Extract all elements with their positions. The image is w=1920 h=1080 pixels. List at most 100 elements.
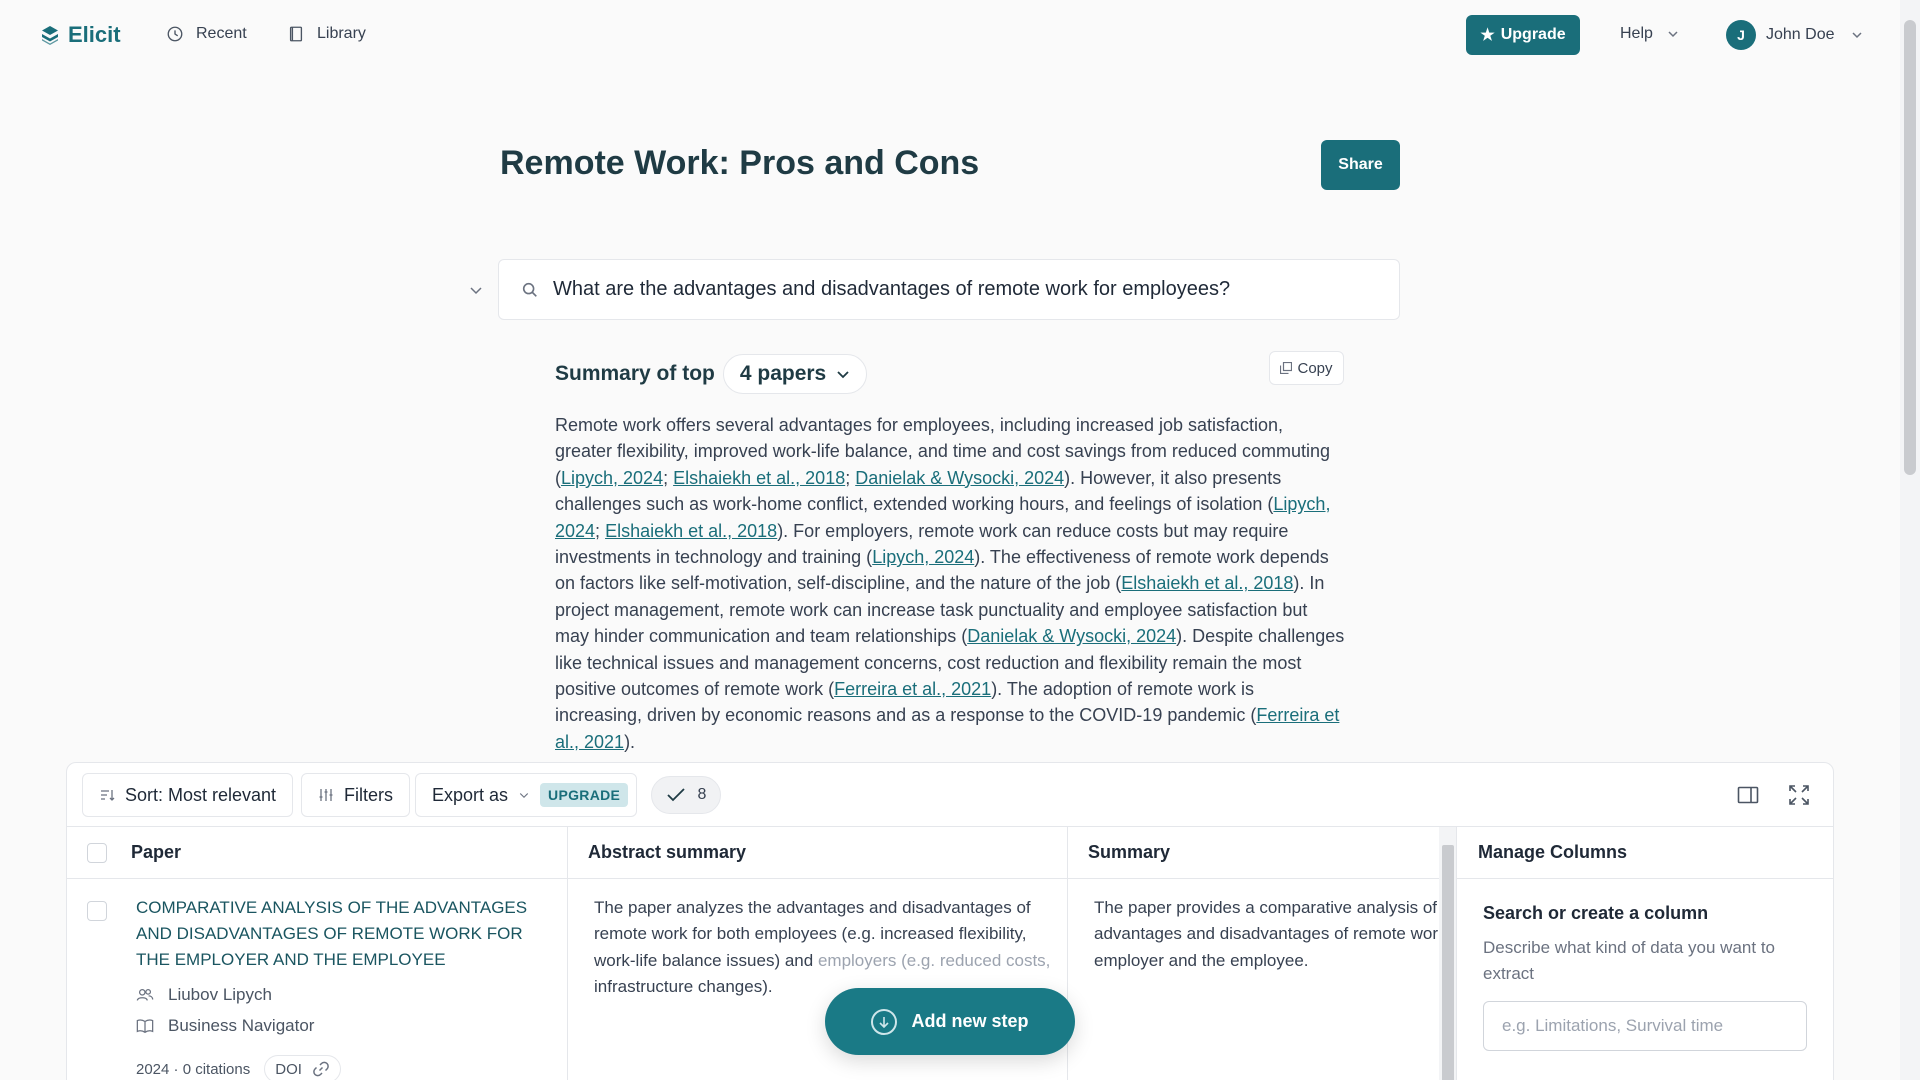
- paper-journal: Business Navigator: [168, 1016, 315, 1035]
- summary-text-segment: ;: [595, 520, 606, 541]
- table-scroll-thumb[interactable]: [1442, 845, 1454, 1080]
- export-label: Export as: [432, 784, 509, 805]
- paper-author-row: Liubov Lipych: [136, 985, 272, 1005]
- query-text: What are the advantages and disadvantage…: [553, 278, 1231, 300]
- paper-year-citations: 2024 · 0 citations: [136, 1060, 251, 1078]
- copy-label: Copy: [1297, 359, 1333, 377]
- user-name: John Doe: [1766, 26, 1835, 43]
- chevron-down-icon: [519, 793, 529, 799]
- share-button[interactable]: Share: [1321, 140, 1400, 190]
- paper-column-label: Paper: [131, 842, 182, 862]
- summary-column-label: Summary: [1088, 842, 1171, 862]
- upgrade-label: Upgrade: [1500, 26, 1566, 43]
- row-checkbox[interactable]: [87, 901, 107, 921]
- clock-icon: [167, 26, 183, 42]
- citation-link[interactable]: Elshaiekh et al., 2018: [605, 521, 777, 541]
- link-icon: [313, 1061, 329, 1077]
- nav-recent[interactable]: Recent: [166, 25, 247, 43]
- abstract-summary-column-header[interactable]: Abstract summary: [567, 827, 1067, 879]
- papers-count: 4 papers: [739, 362, 827, 385]
- citation-link[interactable]: Danielak & Wysocki, 2024: [967, 626, 1176, 646]
- help-menu[interactable]: Help: [1620, 25, 1679, 43]
- chevron-down-icon[interactable]: [466, 280, 486, 300]
- arrow-down-circle-icon: [871, 1008, 898, 1035]
- upgrade-button[interactable]: ★ Upgrade: [1466, 15, 1580, 55]
- summary-header: Summary of top 4 papers: [555, 354, 868, 394]
- paper-title[interactable]: COMPARATIVE ANALYSIS OF THE ADVANTAGES A…: [136, 895, 536, 973]
- citation-link[interactable]: Elshaiekh et al., 2018: [1121, 573, 1293, 593]
- manage-columns-subtitle: Search or create a column: [1483, 903, 1709, 923]
- sort-label: Sort: Most relevant: [125, 784, 277, 805]
- paper-journal-row: Business Navigator: [136, 1016, 314, 1036]
- citation-link[interactable]: Elshaiekh et al., 2018: [673, 468, 845, 488]
- paper-author: Liubov Lipych: [168, 985, 272, 1004]
- copy-icon: [1280, 362, 1293, 374]
- search-icon: [522, 282, 537, 297]
- select-all-checkbox[interactable]: [87, 842, 107, 863]
- open-book-icon: [136, 1019, 154, 1034]
- summary-cell: The paper provides a comparative analysi…: [1094, 895, 1439, 975]
- help-label: Help: [1620, 25, 1653, 42]
- check-icon: [666, 788, 685, 802]
- page-scrollbar[interactable]: [1900, 0, 1920, 1080]
- query-box[interactable]: What are the advantages and disadvantage…: [498, 259, 1400, 320]
- citation-link[interactable]: Lipych, 2024: [872, 547, 974, 567]
- sliders-icon: [319, 789, 333, 801]
- nav-recent-label: Recent: [196, 25, 247, 42]
- elicit-logo-icon: [42, 26, 58, 45]
- elicit-logo[interactable]: Elicit: [40, 22, 121, 48]
- summary-text-segment: ;: [845, 467, 856, 488]
- table-scrollbar[interactable]: [1439, 827, 1457, 1080]
- nav-library[interactable]: Library: [287, 25, 366, 43]
- avatar: J: [1726, 20, 1756, 50]
- doi-label: DOI: [275, 1060, 302, 1078]
- abstract-summary-faded: employers (e.g. reduced costs,: [817, 950, 1051, 970]
- summary-text-segment: ).: [624, 731, 636, 752]
- expand-icon[interactable]: [1787, 783, 1811, 807]
- star-icon: ★: [1480, 27, 1495, 44]
- summary-cell-text: The paper provides a comparative analysi…: [1094, 898, 1439, 970]
- sort-icon: [101, 790, 115, 801]
- sidebar-toggle-icon[interactable]: [1736, 783, 1760, 807]
- abstract-summary-end: infrastructure changes).: [594, 977, 773, 997]
- citation-link[interactable]: Ferreira et al., 2021: [834, 679, 991, 699]
- manage-columns-panel: Manage Columns Search or create a column…: [1456, 827, 1833, 1080]
- logo-text: Elicit: [68, 22, 121, 47]
- summary-column-header[interactable]: Summary: [1067, 827, 1439, 879]
- selected-count: 8: [697, 786, 707, 803]
- papers-count-dropdown[interactable]: 4 papers: [722, 354, 868, 394]
- upgrade-badge[interactable]: UPGRADE: [540, 783, 629, 807]
- export-button[interactable]: Export as UPGRADE: [415, 773, 638, 817]
- selected-count-pill[interactable]: 8: [651, 776, 721, 814]
- column-search-input[interactable]: [1483, 1001, 1807, 1051]
- chevron-down-icon: [1851, 32, 1862, 39]
- users-icon: [136, 988, 154, 1001]
- filters-label: Filters: [344, 784, 393, 805]
- add-new-step-button[interactable]: Add new step: [825, 988, 1075, 1055]
- abstract-summary-column-label: Abstract summary: [588, 842, 747, 862]
- paper-column-header[interactable]: Paper: [67, 827, 567, 879]
- add-new-step-label: Add new step: [911, 1011, 1029, 1031]
- citation-link[interactable]: Danielak & Wysocki, 2024: [855, 468, 1064, 488]
- summary-text: Remote work offers several advantages fo…: [555, 412, 1345, 755]
- abstract-summary-cell: The paper analyzes the advantages and di…: [594, 895, 1054, 1001]
- column-divider: [567, 827, 568, 1080]
- doi-link[interactable]: DOI: [264, 1055, 341, 1080]
- top-nav: Elicit Recent Library ★ Upgrade Help J J…: [0, 0, 1900, 70]
- manage-columns-title: Manage Columns: [1457, 827, 1833, 879]
- summary-label: Summary of top: [555, 362, 715, 385]
- page-title: Remote Work: Pros and Cons: [500, 144, 980, 182]
- citation-link[interactable]: Lipych, 2024: [561, 468, 663, 488]
- nav-library-label: Library: [317, 25, 366, 42]
- results-toolbar: Sort: Most relevant Filters Export as UP…: [67, 763, 1833, 827]
- filters-button[interactable]: Filters: [301, 773, 410, 817]
- user-menu[interactable]: J John Doe: [1726, 20, 1863, 50]
- sort-button[interactable]: Sort: Most relevant: [82, 773, 294, 817]
- chevron-down-icon: [1668, 31, 1678, 38]
- manage-columns-description: Describe what kind of data you want to e…: [1483, 938, 1775, 983]
- chevron-down-icon: [837, 371, 849, 379]
- paper-footer: 2024 · 0 citations DOI: [136, 1055, 341, 1080]
- copy-button[interactable]: Copy: [1269, 351, 1344, 385]
- page-scroll-thumb[interactable]: [1904, 20, 1916, 475]
- summary-text-segment: ;: [663, 467, 674, 488]
